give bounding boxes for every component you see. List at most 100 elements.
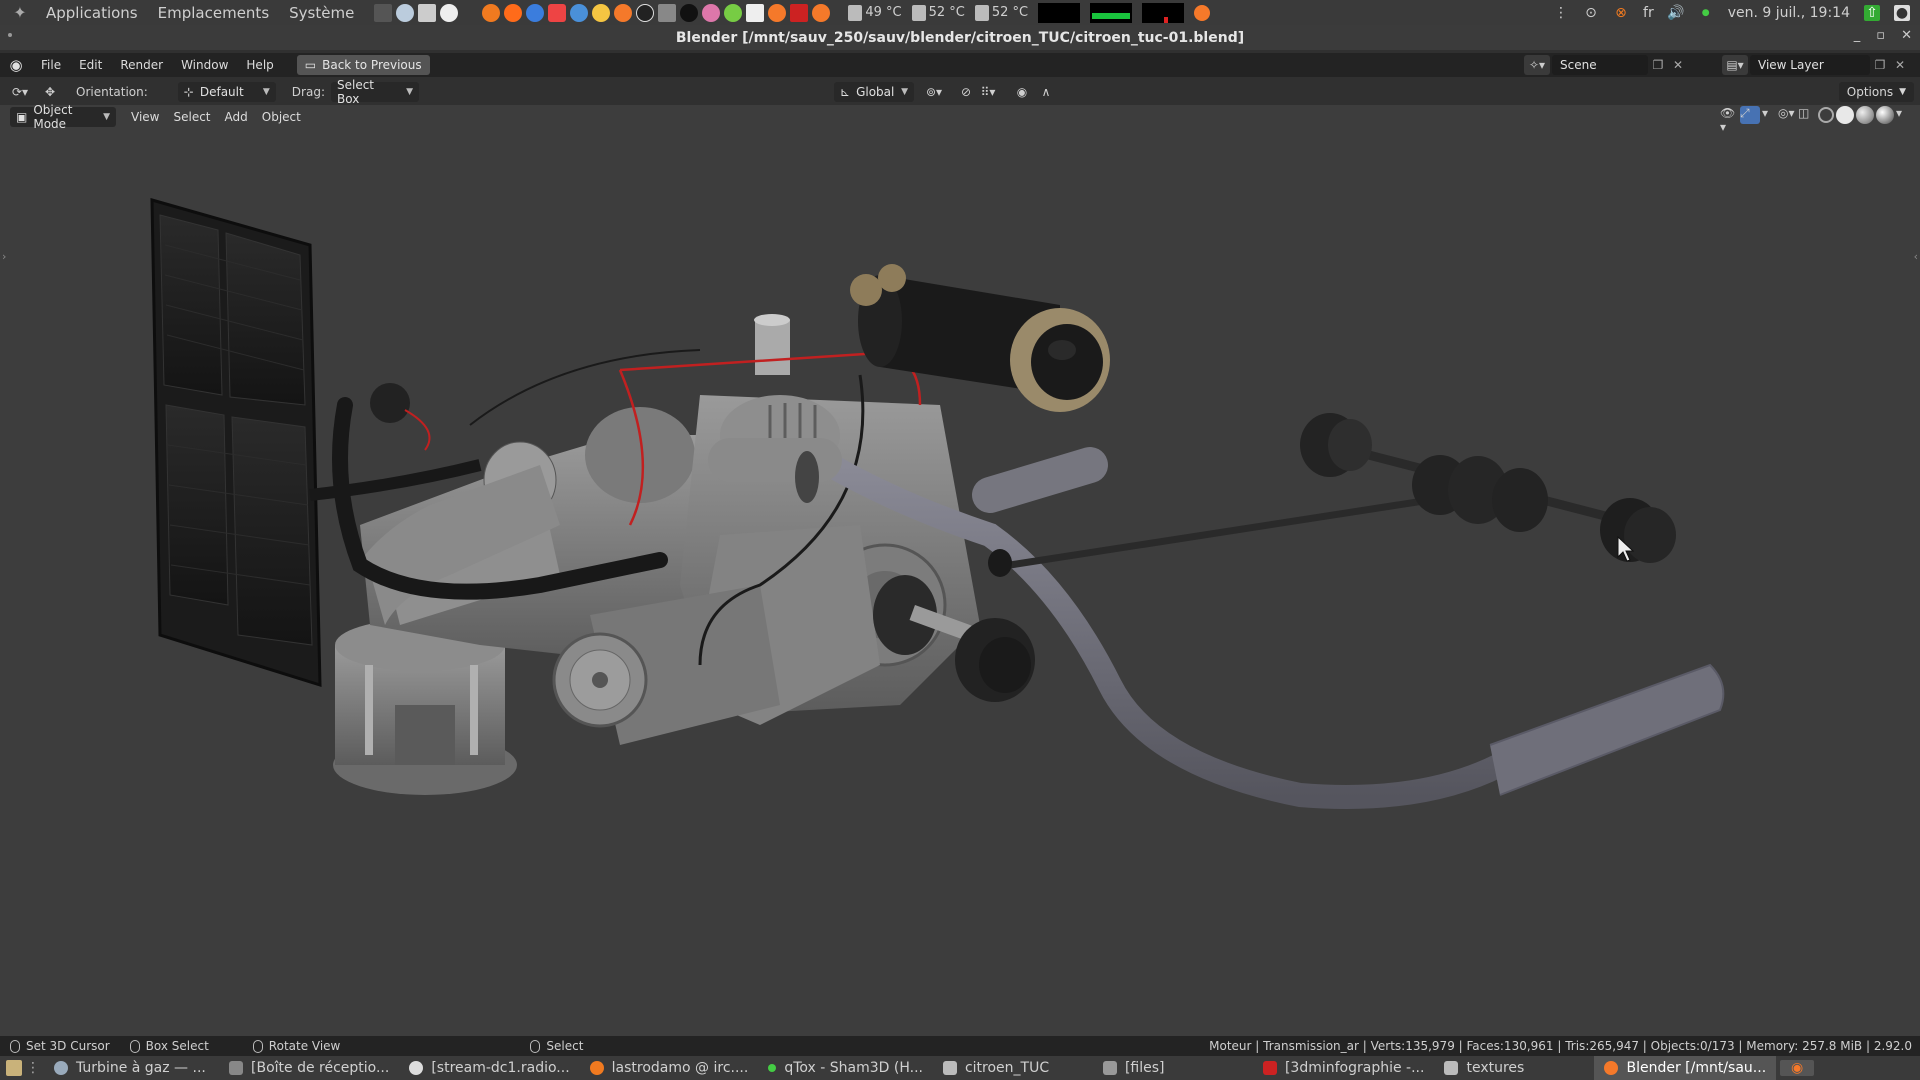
- os-menu-places[interactable]: Emplacements: [148, 4, 280, 22]
- os-menu-icon[interactable]: ✦: [8, 1, 32, 25]
- sidebar-expand-icon[interactable]: ‹: [1914, 250, 1918, 263]
- menu-edit[interactable]: Edit: [70, 58, 111, 72]
- mode-dropdown[interactable]: ▣ Object Mode ▼: [10, 103, 116, 131]
- browser-icon[interactable]: [396, 3, 415, 22]
- scene-icon[interactable]: ✧▾: [1524, 55, 1550, 75]
- screenshot-icon[interactable]: [658, 3, 677, 22]
- blender-logo-icon[interactable]: ◉: [0, 56, 32, 74]
- minimize-icon[interactable]: _: [1854, 28, 1861, 43]
- air-filter[interactable]: [850, 264, 1110, 412]
- material-shading-icon[interactable]: [1856, 106, 1874, 124]
- more-icon[interactable]: ⋮: [1553, 5, 1569, 21]
- sync-icon[interactable]: ⊙: [1583, 5, 1599, 21]
- terminal-icon[interactable]: [374, 3, 393, 22]
- os-menu-applications[interactable]: Applications: [36, 4, 148, 22]
- viewport-menu-object[interactable]: Object: [255, 110, 308, 124]
- copy-layer-icon[interactable]: ❐: [1870, 58, 1890, 72]
- rear-transmission[interactable]: [988, 413, 1676, 577]
- task-files[interactable]: [files]: [1093, 1056, 1253, 1080]
- gimp-icon[interactable]: [592, 3, 611, 22]
- task-qtox[interactable]: qTox - Sham3D (H...: [758, 1056, 933, 1080]
- radiator[interactable]: [150, 198, 322, 688]
- copy-scene-icon[interactable]: ❐: [1648, 58, 1668, 72]
- blender-launcher-2-icon[interactable]: [768, 3, 787, 22]
- scene-name-field[interactable]: Scene: [1552, 55, 1648, 75]
- xchat-icon[interactable]: [482, 3, 501, 22]
- transform-orientation-dropdown[interactable]: ⊾ Global ▼: [834, 82, 914, 102]
- xchat-tray-icon[interactable]: ⊗: [1613, 5, 1629, 21]
- show-desktop-icon[interactable]: [6, 1060, 22, 1076]
- window-menu-icon[interactable]: [8, 33, 12, 37]
- visibility-icon[interactable]: 👁▾: [1720, 106, 1738, 134]
- rendered-shading-icon[interactable]: [1876, 106, 1894, 124]
- files-icon[interactable]: [418, 3, 437, 22]
- blender-tray-icon[interactable]: [1194, 4, 1211, 21]
- task-stream[interactable]: [stream-dc1.radio...: [399, 1056, 579, 1080]
- keyboard-layout[interactable]: fr: [1643, 5, 1654, 21]
- menu-render[interactable]: Render: [111, 58, 172, 72]
- drag-dropdown[interactable]: Select Box ▼: [330, 78, 419, 106]
- proportional-edit-icon[interactable]: ◉: [1010, 82, 1034, 102]
- task-textures[interactable]: textures: [1434, 1056, 1594, 1080]
- menu-window[interactable]: Window: [172, 58, 237, 72]
- remove-layer-icon[interactable]: ✕: [1890, 58, 1910, 72]
- falloff-icon[interactable]: ∧: [1034, 82, 1058, 102]
- view-layer-icon[interactable]: ▤▾: [1722, 55, 1748, 75]
- viewport-menu-view[interactable]: View: [124, 110, 166, 124]
- view-layer-name-field[interactable]: View Layer: [1750, 55, 1870, 75]
- back-to-previous-button[interactable]: ▭ Back to Previous: [296, 55, 430, 75]
- firefox-icon[interactable]: [504, 3, 523, 22]
- options-dropdown[interactable]: Options ▼: [1838, 82, 1914, 102]
- task-blender[interactable]: Blender [/mnt/sau...: [1594, 1056, 1777, 1080]
- scene-render[interactable]: [0, 105, 1920, 1037]
- blender-launcher-3-icon[interactable]: [812, 3, 831, 22]
- os-menu-system[interactable]: Système: [279, 4, 364, 22]
- clock[interactable]: ven. 9 juil., 19:14: [1728, 5, 1850, 21]
- pirate-icon[interactable]: [746, 3, 765, 22]
- gizmo-icon[interactable]: ⤢: [1740, 106, 1760, 124]
- krita-icon[interactable]: [724, 3, 743, 22]
- xray-icon[interactable]: ◫: [1798, 106, 1816, 124]
- inkscape-icon[interactable]: [680, 3, 699, 22]
- snap-target-icon[interactable]: ⠿▾: [976, 82, 1000, 102]
- os-top-panel: ✦ Applications Emplacements Système 49 °…: [0, 0, 1920, 25]
- shading-dropdown-icon[interactable]: ▾: [1896, 106, 1910, 124]
- task-irc[interactable]: lastrodamo @ irc....: [580, 1056, 759, 1080]
- obs-icon[interactable]: [636, 3, 655, 22]
- task-turbine[interactable]: Turbine à gaz — ...: [44, 1056, 219, 1080]
- menu-help[interactable]: Help: [237, 58, 282, 72]
- menu-file[interactable]: File: [32, 58, 70, 72]
- user-icon[interactable]: ●: [1894, 4, 1910, 21]
- solid-shading-icon[interactable]: [1836, 106, 1854, 124]
- toolbar-expand-icon[interactable]: ›: [2, 250, 6, 263]
- thunderbird-icon[interactable]: [570, 3, 589, 22]
- blender-launcher-icon[interactable]: [614, 3, 633, 22]
- orientation-dropdown[interactable]: ⊹ Default ▼: [177, 82, 276, 102]
- chromium-icon[interactable]: [526, 3, 545, 22]
- viewport-menu-select[interactable]: Select: [166, 110, 217, 124]
- transform-tool-icon[interactable]: ✥: [38, 82, 62, 102]
- filezilla-icon[interactable]: [790, 3, 809, 22]
- network-status-icon[interactable]: ●: [1698, 5, 1714, 21]
- chevron-down-icon: ▼: [103, 112, 110, 122]
- app-a-icon[interactable]: [440, 3, 459, 22]
- editor-type-icon[interactable]: ⟳▾: [8, 82, 32, 102]
- task-inbox[interactable]: [Boîte de réceptio...: [219, 1056, 399, 1080]
- gizmo-dropdown-icon[interactable]: ▾: [1762, 106, 1776, 124]
- wireframe-shading-icon[interactable]: [1818, 107, 1834, 123]
- overlays-icon[interactable]: ◎▾: [1778, 106, 1796, 124]
- snap-toggle-icon[interactable]: ⊘: [954, 82, 978, 102]
- viewport-menu-add[interactable]: Add: [218, 110, 255, 124]
- close-icon[interactable]: ✕: [1901, 28, 1912, 43]
- task-citroen-folder[interactable]: citroen_TUC: [933, 1056, 1093, 1080]
- paint-icon[interactable]: [702, 3, 721, 22]
- ubuntu-icon[interactable]: [548, 3, 567, 22]
- 3d-viewport[interactable]: › ‹: [0, 105, 1920, 1037]
- volume-icon[interactable]: 🔊: [1667, 5, 1684, 21]
- task-3dminfographie[interactable]: [3dminfographie -...: [1253, 1056, 1435, 1080]
- updates-icon[interactable]: ⇧: [1864, 4, 1880, 21]
- remove-scene-icon[interactable]: ✕: [1668, 58, 1688, 72]
- pivot-point-icon[interactable]: ⊚▾: [922, 82, 946, 102]
- maximize-icon[interactable]: ▫: [1876, 28, 1885, 43]
- blender-preview-icon[interactable]: ◉: [1780, 1060, 1815, 1076]
